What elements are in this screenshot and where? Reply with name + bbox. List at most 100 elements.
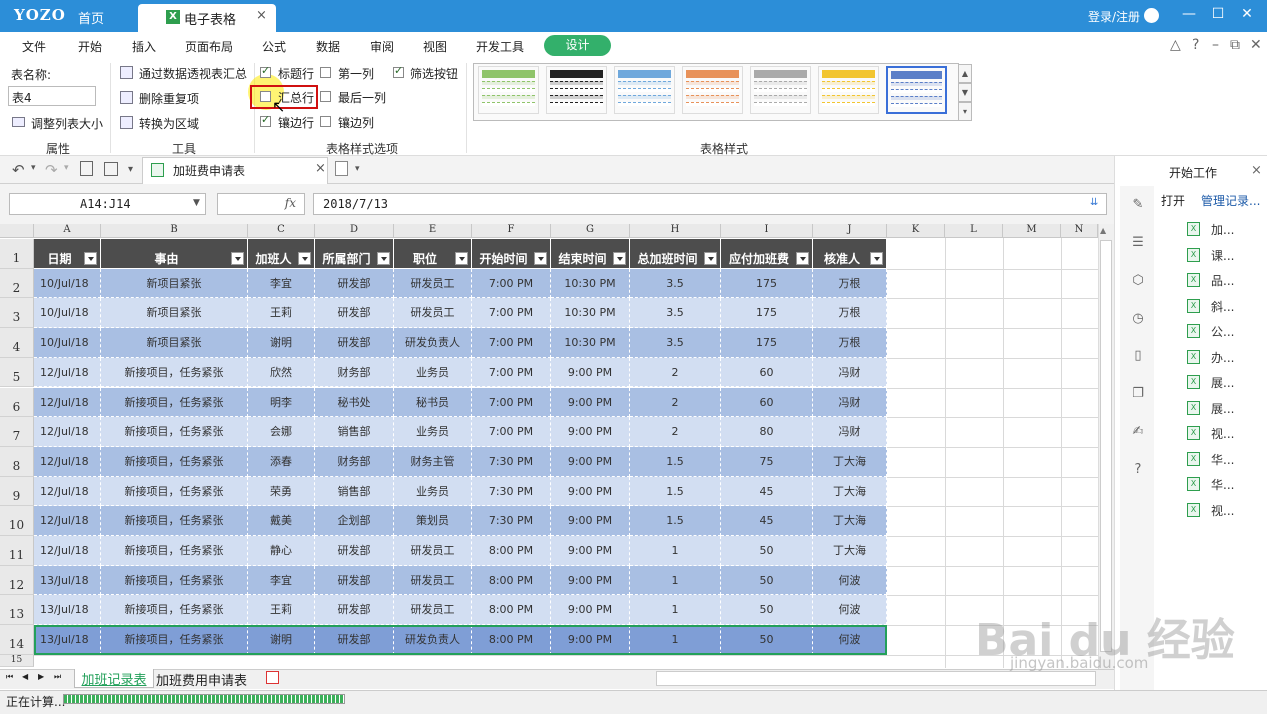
- menu-file[interactable]: 文件: [22, 38, 46, 55]
- pivot-summary-button[interactable]: 通过数据透视表汇总: [139, 65, 247, 82]
- settings-sliders-icon[interactable]: ☰: [1130, 235, 1146, 251]
- table-cell[interactable]: 新项目紧张: [101, 328, 248, 358]
- table-cell[interactable]: 万根: [813, 268, 887, 299]
- table-cell[interactable]: 万根: [813, 328, 887, 358]
- table-cell[interactable]: 1.5: [630, 506, 721, 536]
- menu-view[interactable]: 视图: [423, 38, 447, 55]
- table-cell[interactable]: 荣勇: [248, 476, 315, 507]
- close-tab-icon[interactable]: ×: [256, 8, 267, 23]
- redo-dropdown-icon[interactable]: ▾: [64, 163, 69, 173]
- sheet-tab-overtime-record[interactable]: 加班记录表: [74, 669, 154, 688]
- filter-dropdown-icon[interactable]: [298, 251, 311, 265]
- table-cell[interactable]: 冯财: [813, 387, 887, 418]
- row-header[interactable]: 10: [0, 506, 34, 536]
- table-cell[interactable]: 8:00 PM: [472, 565, 551, 596]
- table-cell[interactable]: 研发员工: [394, 298, 472, 329]
- table-cell[interactable]: 1.5: [630, 476, 721, 507]
- table-cell[interactable]: 175: [721, 268, 813, 299]
- select-all-corner[interactable]: [0, 224, 34, 238]
- recent-file-item[interactable]: 办...: [1211, 349, 1234, 366]
- table-header-cell[interactable]: 应付加班费: [721, 239, 813, 269]
- convert-to-range-button[interactable]: 转换为区域: [139, 115, 199, 132]
- table-cell[interactable]: 欣然: [248, 357, 315, 388]
- add-sheet-icon[interactable]: [266, 671, 279, 684]
- table-cell[interactable]: 业务员: [394, 357, 472, 388]
- table-cell[interactable]: 9:00 PM: [551, 357, 630, 388]
- doc-restore-icon[interactable]: ⧉: [1230, 37, 1240, 53]
- table-cell[interactable]: 研发员工: [394, 536, 472, 566]
- recent-file-item[interactable]: 课...: [1211, 247, 1234, 264]
- new-document-icon[interactable]: [335, 161, 348, 176]
- table-cell[interactable]: 7:00 PM: [472, 387, 551, 418]
- table-cell[interactable]: 50: [721, 565, 813, 596]
- filter-dropdown-icon[interactable]: [377, 251, 390, 265]
- table-header-cell[interactable]: 所属部门: [315, 239, 394, 269]
- filter-dropdown-icon[interactable]: [231, 251, 244, 265]
- table-cell[interactable]: 研发负责人: [394, 328, 472, 358]
- table-cell[interactable]: 冯财: [813, 357, 887, 388]
- table-style-swatch[interactable]: [682, 66, 743, 114]
- gallery-up-icon[interactable]: ▲: [958, 64, 972, 83]
- table-cell[interactable]: 60: [721, 357, 813, 388]
- column-header[interactable]: G: [551, 224, 630, 238]
- app-logo[interactable]: YOZO: [14, 6, 66, 24]
- table-cell[interactable]: 丁大海: [813, 536, 887, 566]
- scroll-up-icon[interactable]: ▲: [1100, 226, 1106, 235]
- prev-sheet-icon[interactable]: ◀: [22, 672, 28, 681]
- menu-review[interactable]: 审阅: [370, 38, 394, 55]
- table-cell[interactable]: 添春: [248, 446, 315, 477]
- column-header[interactable]: C: [248, 224, 315, 238]
- resize-table-button[interactable]: 调整列表大小: [31, 115, 103, 132]
- menu-insert[interactable]: 插入: [132, 38, 156, 55]
- table-cell[interactable]: 研发部: [315, 298, 394, 329]
- column-header[interactable]: H: [630, 224, 721, 238]
- manage-records-link[interactable]: 管理记录...: [1201, 192, 1260, 209]
- print-preview-icon[interactable]: [80, 161, 93, 176]
- home-tab[interactable]: 首页: [78, 8, 104, 27]
- row-header[interactable]: 2: [0, 268, 34, 299]
- table-style-swatch[interactable]: [478, 66, 539, 114]
- help-icon[interactable]: ?: [1192, 37, 1199, 53]
- table-cell[interactable]: 企划部: [315, 506, 394, 536]
- table-cell[interactable]: 12/Jul/18: [34, 446, 101, 477]
- table-cell[interactable]: 策划员: [394, 506, 472, 536]
- clock-icon[interactable]: ◷: [1130, 311, 1146, 327]
- table-cell[interactable]: 7:00 PM: [472, 357, 551, 388]
- remove-duplicates-button[interactable]: 删除重复项: [139, 90, 199, 107]
- table-cell[interactable]: 50: [721, 536, 813, 566]
- table-cell[interactable]: 财务部: [315, 446, 394, 477]
- menu-developer[interactable]: 开发工具: [476, 38, 524, 55]
- table-cell[interactable]: 业务员: [394, 476, 472, 507]
- gallery-down-icon[interactable]: ▼: [958, 83, 972, 102]
- column-header[interactable]: K: [887, 224, 945, 238]
- table-cell[interactable]: 12/Jul/18: [34, 506, 101, 536]
- table-cell[interactable]: 10:30 PM: [551, 328, 630, 358]
- row-header[interactable]: 11: [0, 536, 34, 566]
- table-cell[interactable]: 2: [630, 387, 721, 418]
- user-icon[interactable]: [1144, 8, 1159, 23]
- table-cell[interactable]: 新接项目，任务紧张: [101, 387, 248, 418]
- table-cell[interactable]: 10/Jul/18: [34, 268, 101, 299]
- edit-icon[interactable]: ✍: [1130, 424, 1146, 440]
- table-cell[interactable]: 10/Jul/18: [34, 298, 101, 329]
- table-cell[interactable]: 9:00 PM: [551, 536, 630, 566]
- filter-dropdown-icon[interactable]: [870, 251, 883, 265]
- table-cell[interactable]: 研发员工: [394, 595, 472, 626]
- column-header[interactable]: B: [101, 224, 248, 238]
- close-task-pane-icon[interactable]: ×: [1251, 163, 1262, 178]
- menu-design[interactable]: 设计: [544, 35, 611, 56]
- table-cell[interactable]: 7:00 PM: [472, 328, 551, 358]
- doc-minimize-icon[interactable]: –: [1212, 37, 1219, 53]
- gallery-more-icon[interactable]: ▾: [958, 102, 972, 121]
- table-cell[interactable]: 谢明: [248, 328, 315, 358]
- table-cell[interactable]: 1: [630, 536, 721, 566]
- table-cell[interactable]: 10/Jul/18: [34, 328, 101, 358]
- table-cell[interactable]: 7:00 PM: [472, 268, 551, 299]
- row-header[interactable]: 9: [0, 476, 34, 507]
- table-cell[interactable]: 9:00 PM: [551, 565, 630, 596]
- table-header-cell[interactable]: 职位: [394, 239, 472, 269]
- table-cell[interactable]: 王莉: [248, 595, 315, 626]
- row-header[interactable]: 15: [0, 654, 34, 667]
- row-header[interactable]: 6: [0, 387, 34, 418]
- row-header[interactable]: 14: [0, 625, 34, 655]
